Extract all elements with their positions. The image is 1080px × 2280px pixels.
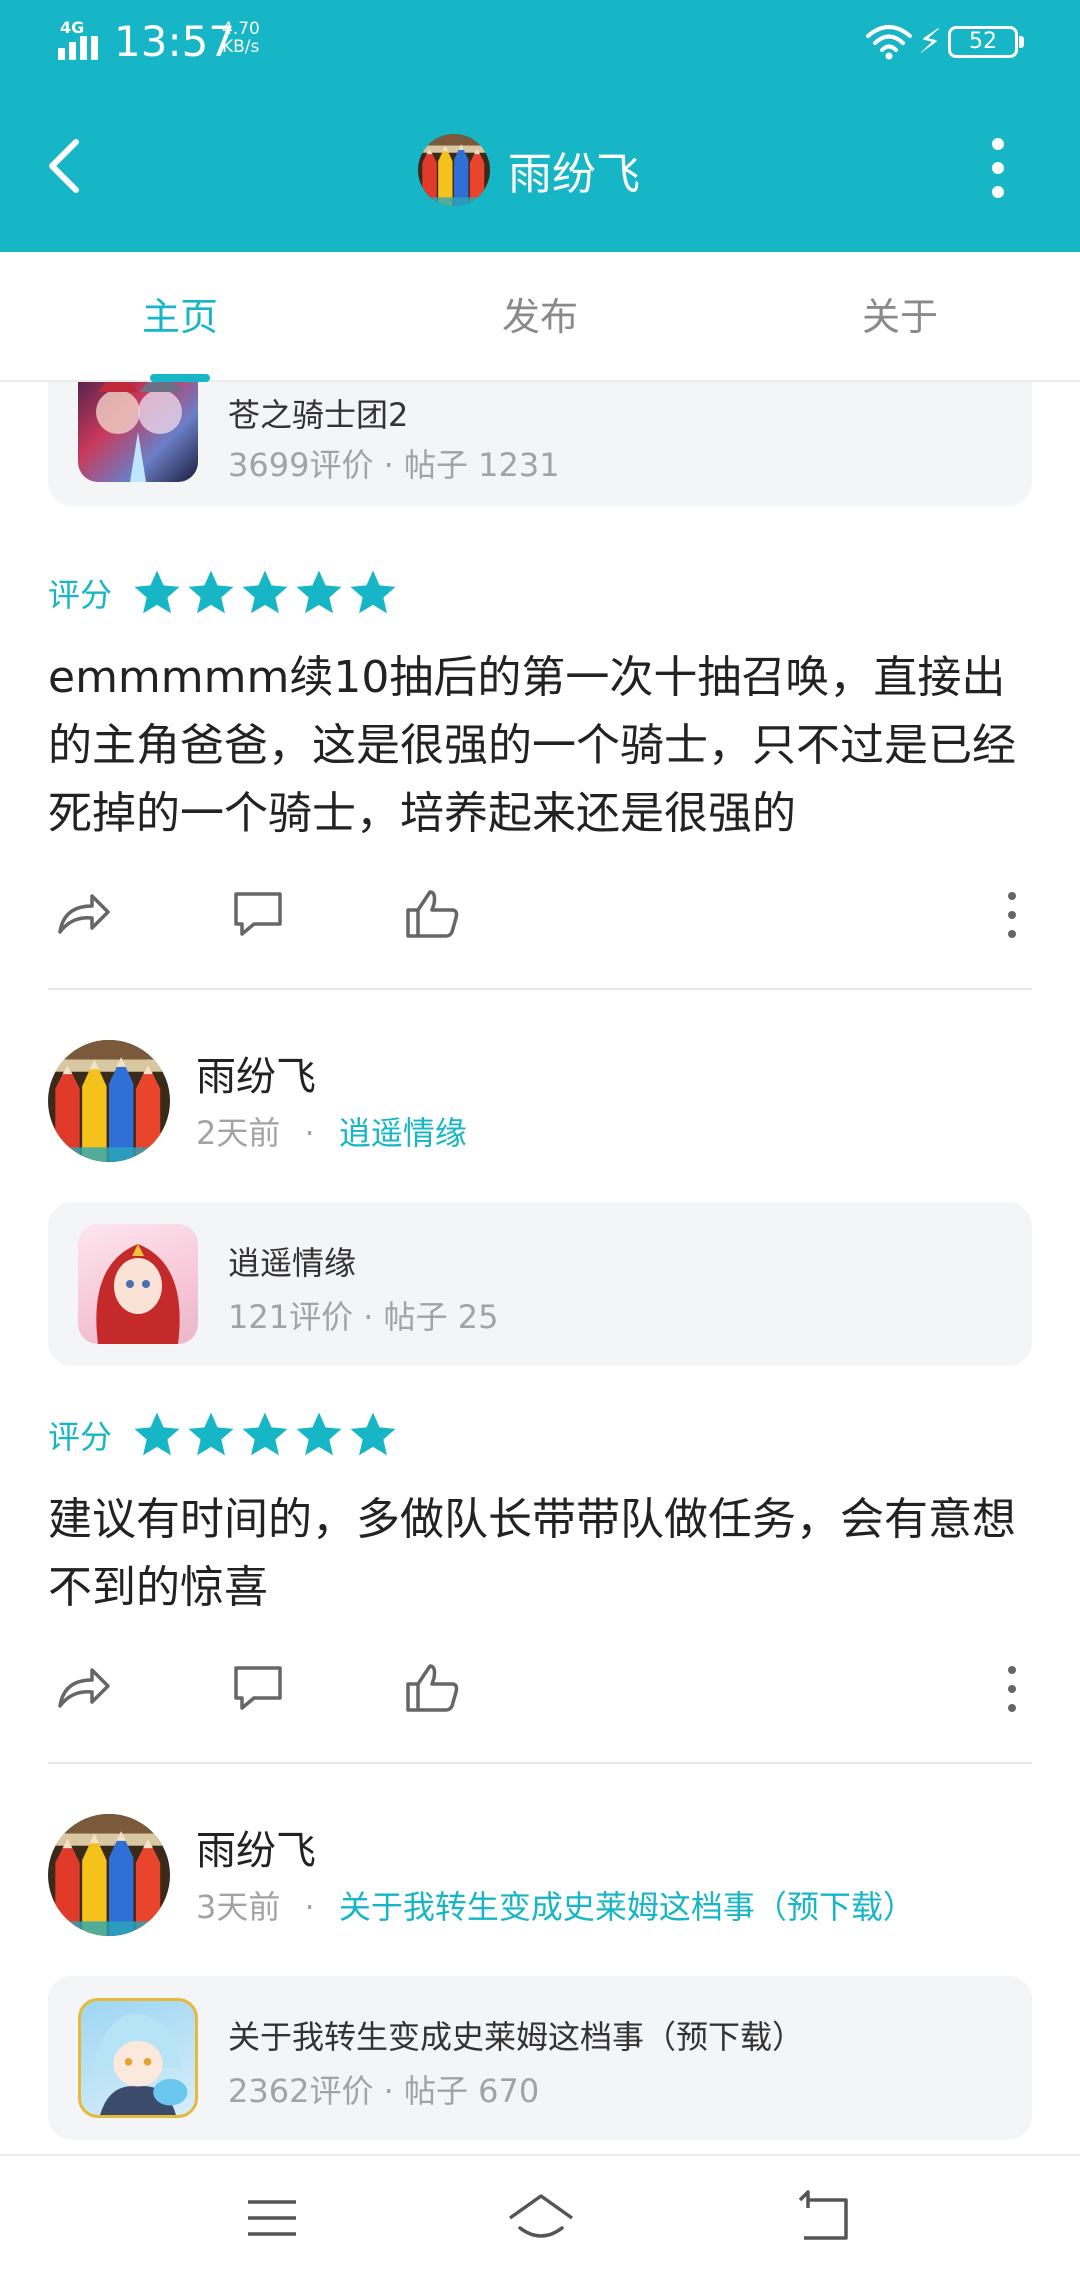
game-name: 逍遥情缘 xyxy=(228,1244,357,1282)
divider xyxy=(48,1762,1032,1764)
post-time: 2天前 xyxy=(196,1114,281,1152)
post-author[interactable]: 雨纷飞 3天前 · 关于我转生变成史莱姆这档事（预下载） xyxy=(48,1814,1032,1938)
star-icon xyxy=(238,1408,292,1462)
app-bar: 雨纷飞 xyxy=(0,90,1080,252)
game-stats: 2362评价 · 帖子 670 xyxy=(228,2072,540,2110)
speed-value: 4.70 xyxy=(222,19,260,39)
avatar[interactable] xyxy=(48,1814,170,1936)
avatar[interactable] xyxy=(48,1040,170,1162)
rating-label: 评分 xyxy=(48,1418,113,1456)
game-name: 苍之骑士团2 xyxy=(228,396,409,434)
back-arrow-icon[interactable] xyxy=(36,126,96,206)
star-icon xyxy=(238,566,292,620)
tab-about[interactable]: 关于 xyxy=(720,252,1080,382)
star-icon xyxy=(292,1408,346,1462)
tab-publish[interactable]: 发布 xyxy=(360,252,720,382)
game-stats: 3699评价 · 帖子 1231 xyxy=(228,446,560,484)
back-icon[interactable] xyxy=(790,2188,854,2248)
rating-label: 评分 xyxy=(48,576,113,614)
divider xyxy=(48,988,1032,990)
tab-home[interactable]: 主页 xyxy=(0,252,360,382)
status-bar: 4G 13:57 4.70 KB/s ⚡ 52 xyxy=(0,0,1080,90)
game-link[interactable]: 关于我转生变成史莱姆这档事（预下载） xyxy=(339,1888,915,1926)
post-text[interactable]: 建议有时间的，多做队长带带队做任务，会有意想不到的惊喜 xyxy=(48,1486,1038,1622)
post-more-icon[interactable] xyxy=(1006,892,1018,938)
signal-icon: 4G xyxy=(58,18,108,60)
comment-icon[interactable] xyxy=(228,1658,288,1718)
star-icon xyxy=(292,566,346,620)
game-name: 关于我转生变成史莱姆这档事（预下载） xyxy=(228,2018,805,2056)
post-more-icon[interactable] xyxy=(1006,1666,1018,1712)
rating: 评分 xyxy=(48,566,400,620)
author-name[interactable]: 雨纷飞 xyxy=(196,1818,316,1876)
clock: 13:57 xyxy=(114,17,236,66)
system-nav-bar xyxy=(0,2154,1080,2280)
feed[interactable]: 苍之骑士团2 3699评价 · 帖子 1231 评分 emmmmm续10抽后的第… xyxy=(0,382,1080,2154)
post-meta: 2天前 · 逍遥情缘 xyxy=(196,1114,467,1152)
rating: 评分 xyxy=(48,1408,400,1462)
post-actions xyxy=(48,884,1032,944)
wifi-icon xyxy=(866,25,912,60)
game-icon xyxy=(78,1998,198,2118)
share-icon[interactable] xyxy=(54,1658,114,1718)
page-title: 雨纷飞 xyxy=(508,149,640,200)
star-icon xyxy=(184,1408,238,1462)
share-icon[interactable] xyxy=(54,884,114,944)
comment-icon[interactable] xyxy=(228,884,288,944)
battery-icon: 52 xyxy=(948,26,1024,58)
game-icon xyxy=(78,382,198,482)
tab-bar: 主页 发布 关于 xyxy=(0,252,1080,382)
active-tab-indicator xyxy=(150,374,210,382)
author-name[interactable]: 雨纷飞 xyxy=(196,1044,316,1102)
speed-unit: KB/s xyxy=(222,37,260,57)
star-icon xyxy=(346,1408,400,1462)
post-author[interactable]: 雨纷飞 2天前 · 逍遥情缘 xyxy=(48,1040,1032,1164)
star-icon xyxy=(184,566,238,620)
like-icon[interactable] xyxy=(402,1658,462,1718)
post-actions xyxy=(48,1658,1032,1718)
game-card[interactable]: 逍遥情缘 121评价 · 帖子 25 xyxy=(48,1202,1032,1366)
post-time: 3天前 xyxy=(196,1888,281,1926)
game-card[interactable]: 苍之骑士团2 3699评价 · 帖子 1231 xyxy=(48,382,1032,506)
header-avatar xyxy=(418,134,490,206)
charging-icon: ⚡ xyxy=(918,22,942,62)
network-speed: 4.70 KB/s xyxy=(222,20,260,56)
post-text[interactable]: emmmmm续10抽后的第一次十抽召唤，直接出的主角爸爸，这是很强的一个骑士，只… xyxy=(48,644,1038,848)
game-card[interactable]: 关于我转生变成史莱姆这档事（预下载） 2362评价 · 帖子 670 xyxy=(48,1976,1032,2140)
game-stats: 121评价 · 帖子 25 xyxy=(228,1298,499,1336)
title-group: 雨纷飞 xyxy=(418,132,640,208)
menu-icon[interactable] xyxy=(240,2188,304,2248)
like-icon[interactable] xyxy=(402,884,462,944)
star-icon xyxy=(130,1408,184,1462)
game-link[interactable]: 逍遥情缘 xyxy=(339,1114,467,1152)
network-type: 4G xyxy=(60,18,85,37)
more-vertical-icon[interactable] xyxy=(978,132,1018,204)
star-icon xyxy=(346,566,400,620)
game-icon xyxy=(78,1224,198,1344)
home-icon[interactable] xyxy=(506,2188,576,2248)
star-icon xyxy=(130,566,184,620)
post-meta: 3天前 · 关于我转生变成史莱姆这档事（预下载） xyxy=(196,1888,915,1926)
header: 4G 13:57 4.70 KB/s ⚡ 52 雨纷飞 xyxy=(0,0,1080,252)
